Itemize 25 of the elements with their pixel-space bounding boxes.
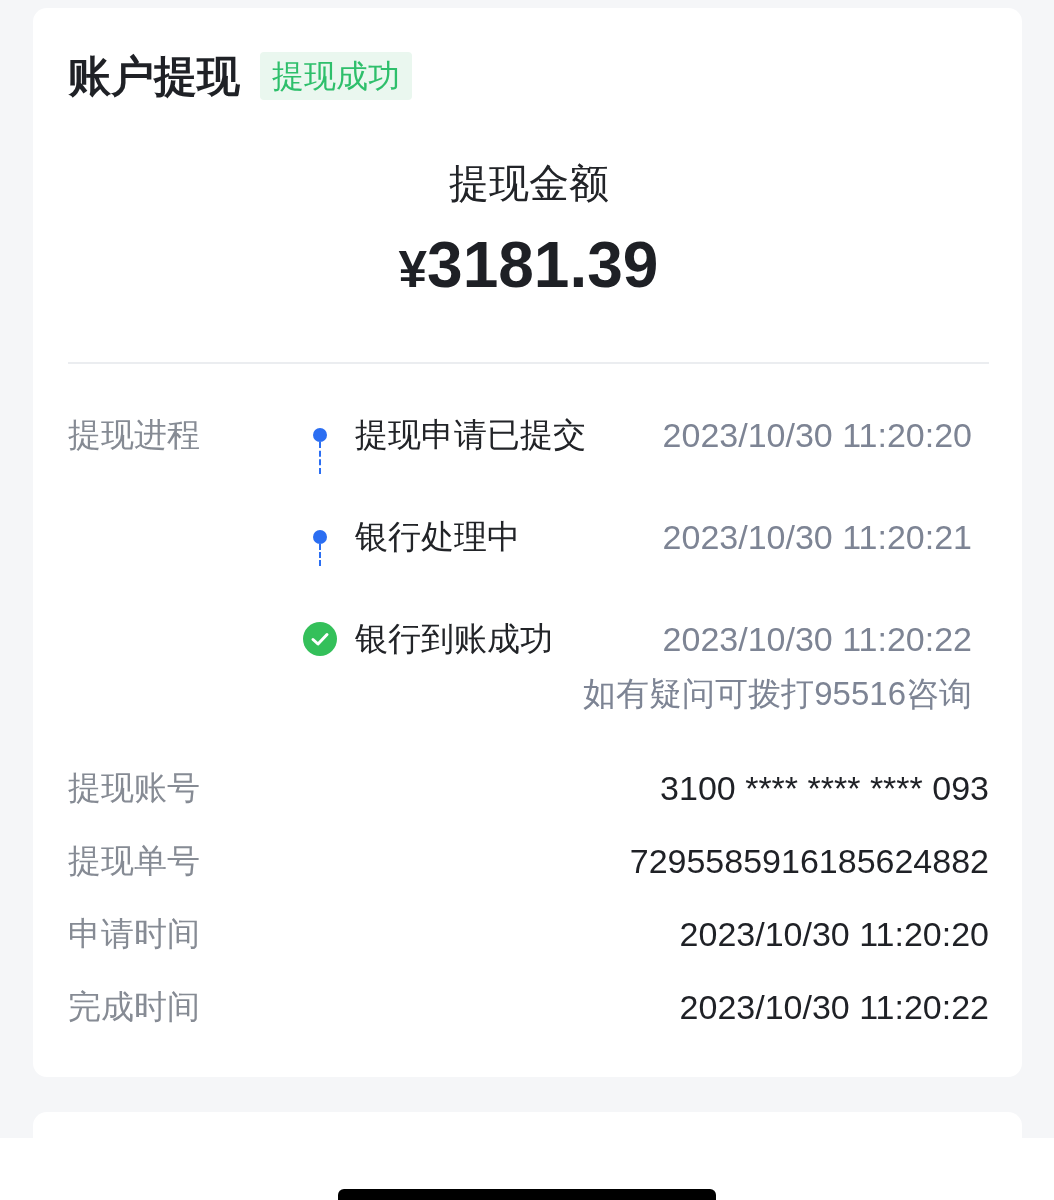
page-title: 账户提现: [68, 52, 240, 100]
detail-value: 2023/10/30 11:20:22: [679, 987, 989, 1028]
detail-label: 完成时间: [68, 987, 200, 1027]
step-time: 2023/10/30 11:20:20: [662, 415, 973, 456]
step-title: 银行处理中: [355, 517, 520, 557]
timeline-dot-icon: [313, 428, 327, 442]
progress-label: 提现进程: [68, 415, 201, 455]
dashed-connector: [319, 544, 321, 566]
timeline-dot-icon: [313, 530, 327, 544]
step-title: 银行到账成功: [355, 619, 553, 659]
step-time: 2023/10/30 11:20:21: [662, 517, 973, 558]
amount-value: ¥3181.39: [397, 228, 660, 303]
step-title: 提现申请已提交: [355, 415, 586, 455]
status-badge: 提现成功: [260, 52, 412, 100]
check-circle-icon: [303, 622, 337, 656]
detail-label: 提现账号: [68, 768, 200, 808]
step-time: 2023/10/30 11:20:22: [662, 619, 973, 660]
dashed-connector: [319, 442, 321, 474]
detail-label: 申请时间: [68, 914, 200, 954]
help-note: 如有疑问可拨打95516咨询: [583, 674, 972, 714]
detail-label: 提现单号: [68, 841, 200, 881]
detail-value: 2023/10/30 11:20:20: [679, 914, 989, 955]
amount-label: 提现金额: [447, 160, 610, 207]
detail-value: 7295585916185624882: [629, 841, 989, 882]
detail-value: 3100 **** **** **** 093: [660, 768, 989, 809]
